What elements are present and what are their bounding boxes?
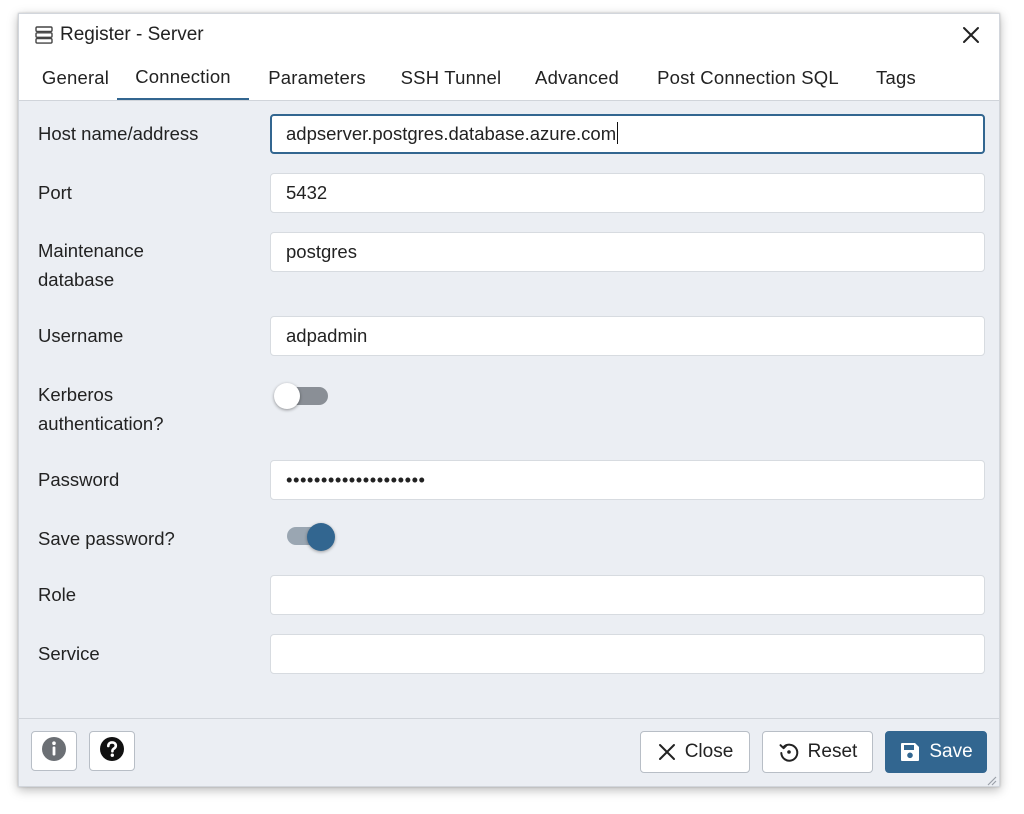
dialog-titlebar[interactable]: Register - Server	[19, 14, 999, 56]
maintenance-db-input[interactable]: postgres	[270, 232, 985, 272]
tab-parameters[interactable]: Parameters	[254, 56, 380, 100]
service-label: Service	[38, 643, 100, 664]
tab-general[interactable]: General	[27, 56, 124, 100]
close-icon[interactable]	[959, 23, 983, 47]
reset-button[interactable]: Reset	[762, 731, 873, 773]
save-button[interactable]: Save	[885, 731, 987, 773]
tab-tags[interactable]: Tags	[864, 56, 928, 100]
password-label: Password	[38, 469, 120, 490]
service-input[interactable]	[270, 634, 985, 674]
port-label: Port	[38, 182, 72, 203]
register-server-dialog: Register - Server General Connection Par…	[18, 13, 1000, 787]
save-button-label: Save	[929, 741, 973, 762]
kerberos-label-line1: Kerberos	[38, 384, 114, 405]
port-input[interactable]: 5432	[270, 173, 985, 213]
help-icon	[99, 736, 125, 767]
tab-advanced[interactable]: Advanced	[522, 56, 632, 100]
tab-connection[interactable]: Connection	[117, 56, 249, 100]
tab-post-connection-sql[interactable]: Post Connection SQL	[642, 56, 854, 100]
info-button[interactable]	[31, 731, 77, 771]
kerberos-toggle[interactable]	[274, 381, 330, 411]
maintenance-db-label-line1: Maintenance	[38, 240, 144, 261]
tab-ssh-tunnel[interactable]: SSH Tunnel	[388, 56, 514, 100]
tab-bar: General Connection Parameters SSH Tunnel…	[19, 56, 999, 101]
kerberos-label-line2: authentication?	[38, 413, 164, 434]
host-input[interactable]: adpserver.postgres.database.azure.com	[270, 114, 985, 154]
role-label: Role	[38, 584, 77, 605]
save-password-toggle[interactable]	[285, 521, 341, 551]
host-value: adpserver.postgres.database.azure.com	[286, 123, 617, 144]
connection-form: Host name/address adpserver.postgres.dat…	[19, 101, 999, 718]
host-label: Host name/address	[38, 123, 199, 144]
username-label: Username	[38, 325, 124, 346]
kerberos-toggle-knob	[274, 383, 300, 409]
close-x-icon	[657, 742, 677, 762]
dialog-title: Register - Server	[60, 24, 204, 45]
dialog-footer: Close Reset Save	[19, 718, 999, 786]
text-caret	[617, 122, 619, 144]
close-button[interactable]: Close	[640, 731, 750, 773]
save-icon	[899, 741, 921, 763]
close-button-label: Close	[684, 741, 734, 762]
resize-grip-icon[interactable]	[985, 773, 997, 786]
reset-button-label: Reset	[807, 741, 858, 762]
server-icon	[34, 25, 54, 45]
save-password-label: Save password?	[38, 528, 175, 549]
save-password-toggle-knob	[307, 523, 335, 551]
password-input[interactable]: ••••••••••••••••••••	[270, 460, 985, 500]
reset-icon	[778, 741, 800, 763]
username-input[interactable]: adpadmin	[270, 316, 985, 356]
maintenance-db-label-line2: database	[38, 269, 115, 290]
info-icon	[41, 736, 67, 767]
help-button[interactable]	[89, 731, 135, 771]
role-input[interactable]	[270, 575, 985, 615]
